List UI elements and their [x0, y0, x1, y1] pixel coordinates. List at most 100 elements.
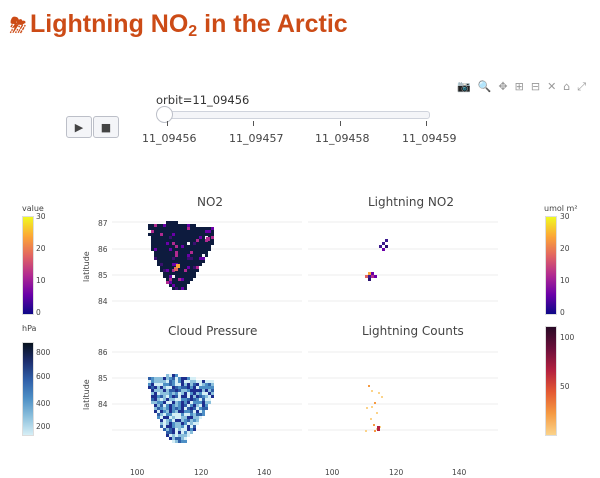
- play-button[interactable]: ▶: [66, 116, 92, 138]
- heatmap-cell: [166, 248, 169, 251]
- fullscreen-icon[interactable]: ⤢: [577, 80, 593, 93]
- heatmap-cell: [196, 251, 199, 254]
- heatmap-cell: [379, 245, 382, 248]
- heatmap-cell: [154, 404, 157, 407]
- heatmap-cell: [184, 242, 187, 245]
- heatmap-cell: [172, 413, 175, 416]
- heatmap-cell: [169, 272, 172, 275]
- heatmap-cell: [205, 392, 208, 395]
- heatmap-cell: [211, 227, 214, 230]
- slider-step-label[interactable]: 11_09457: [229, 132, 284, 145]
- heatmap-cell: [211, 233, 214, 236]
- heatmap-cell: [172, 404, 175, 407]
- heatmap-cell: [187, 227, 190, 230]
- heatmap-cell: [175, 230, 178, 233]
- plot-no2[interactable]: [112, 212, 302, 315]
- heatmap-cell: [181, 224, 184, 227]
- heatmap-cell: [172, 233, 175, 236]
- zoom-out-icon[interactable]: ⊟: [531, 80, 547, 93]
- heatmap-cell: [154, 242, 157, 245]
- heatmap-cell: [184, 260, 187, 263]
- slider-step-label[interactable]: 11_09459: [402, 132, 457, 145]
- heatmap-cell: [160, 419, 163, 422]
- heatmap-cell: [160, 386, 163, 389]
- heatmap-cell: [169, 425, 172, 428]
- heatmap-cell: [184, 281, 187, 284]
- camera-icon[interactable]: 📷: [457, 80, 478, 93]
- plot-lightning-no2[interactable]: [308, 212, 498, 315]
- play-icon: ▶: [74, 120, 84, 134]
- heatmap-cell: [154, 383, 157, 386]
- zoom-icon[interactable]: 🔍: [478, 80, 499, 93]
- heatmap-cell: [172, 263, 175, 266]
- plot-cloud-pressure[interactable]: [112, 342, 302, 457]
- heatmap-cell: [190, 407, 193, 410]
- subplot-title: Lightning Counts: [362, 324, 464, 338]
- zoom-in-icon[interactable]: ⊞: [515, 80, 531, 93]
- heatmap-cell: [175, 440, 178, 443]
- heatmap-cell: [157, 401, 160, 404]
- heatmap-cell: [193, 275, 196, 278]
- slider-step-label[interactable]: 11_09458: [315, 132, 370, 145]
- colorbar-value: [22, 216, 34, 315]
- heatmap-cell: [163, 413, 166, 416]
- heatmap-cell: [172, 275, 175, 278]
- heatmap-cell: [175, 272, 178, 275]
- heatmap-cell: [184, 251, 187, 254]
- heatmap-cell: [157, 263, 160, 266]
- heatmap-cell: [175, 227, 178, 230]
- heatmap-cell: [163, 380, 166, 383]
- heatmap-cell: [178, 434, 181, 437]
- heatmap-cell: [211, 380, 214, 383]
- heatmap-cell: [166, 278, 169, 281]
- plot-lightning-counts[interactable]: [308, 342, 498, 457]
- heatmap-cell: [187, 419, 190, 422]
- heatmap-cell: [160, 380, 163, 383]
- heatmap-cell: [193, 248, 196, 251]
- heatmap-cell: [157, 404, 160, 407]
- heatmap-cell: [166, 374, 169, 377]
- slider-tick: [167, 121, 168, 126]
- heatmap-cell: [175, 221, 178, 224]
- stop-button[interactable]: ■: [93, 116, 119, 138]
- heatmap-cell: [193, 251, 196, 254]
- heatmap-cell: [166, 245, 169, 248]
- heatmap-cell: [178, 236, 181, 239]
- heatmap-cell: [178, 242, 181, 245]
- slider-track[interactable]: [160, 111, 430, 119]
- slider-handle[interactable]: [156, 106, 173, 123]
- heatmap-cell: [151, 227, 154, 230]
- heatmap-cell: [169, 257, 172, 260]
- heatmap-cell: [184, 425, 187, 428]
- heatmap-cell: [160, 260, 163, 263]
- heatmap-cell: [202, 245, 205, 248]
- heatmap-cell: [199, 407, 202, 410]
- heatmap-cell: [184, 422, 187, 425]
- heatmap-cell: [160, 236, 163, 239]
- heatmap-cell: [163, 248, 166, 251]
- heatmap-cell: [178, 389, 181, 392]
- heatmap-cell: [187, 266, 190, 269]
- heatmap-cell: [184, 263, 187, 266]
- heatmap-cell: [181, 392, 184, 395]
- heatmap-cell: [175, 284, 178, 287]
- autoscale-icon[interactable]: ✕: [547, 80, 563, 93]
- heatmap-cell: [160, 425, 163, 428]
- cloud-lightning-icon: ⛈: [10, 15, 26, 37]
- heatmap-cell: [163, 233, 166, 236]
- heatmap-cell: [193, 383, 196, 386]
- heatmap-cell: [374, 402, 376, 404]
- heatmap-cells: [148, 374, 214, 443]
- pan-icon[interactable]: ✥: [498, 80, 514, 93]
- home-icon[interactable]: ⌂: [563, 80, 577, 93]
- heatmap-cell: [368, 385, 370, 387]
- heatmap-cell: [172, 410, 175, 413]
- heatmap-cell: [157, 224, 160, 227]
- heatmap-cell: [199, 236, 202, 239]
- heatmap-cell: [160, 413, 163, 416]
- heatmap-cell: [175, 380, 178, 383]
- heatmap-cell: [184, 410, 187, 413]
- heatmap-cell: [163, 239, 166, 242]
- slider-step-label[interactable]: 11_09456: [142, 132, 197, 145]
- heatmap-cell: [211, 242, 214, 245]
